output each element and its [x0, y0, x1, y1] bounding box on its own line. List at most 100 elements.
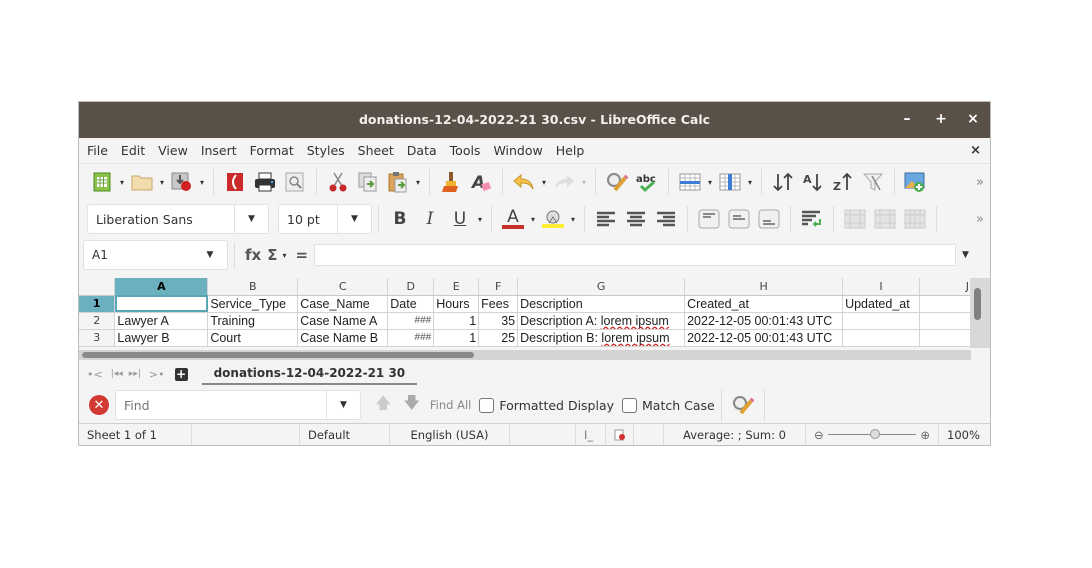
find-previous-icon[interactable]: 🡅 [375, 392, 391, 419]
close-document-button[interactable]: × [970, 143, 981, 158]
align-bottom-icon[interactable] [757, 207, 781, 231]
menu-view[interactable]: View [158, 143, 188, 158]
print-preview-icon[interactable] [283, 170, 307, 194]
column-dropdown[interactable]: ▾ [745, 178, 755, 187]
cell[interactable] [842, 312, 921, 330]
align-left-icon[interactable] [594, 207, 618, 231]
sheet-tab[interactable]: donations-12-04-2022-21 30 [201, 363, 418, 385]
font-color-dropdown[interactable]: ▾ [528, 215, 538, 224]
font-name-dropdown[interactable]: ▼ [234, 205, 268, 233]
column-header[interactable]: B [207, 278, 299, 296]
function-wizard-icon[interactable]: fx [245, 246, 261, 264]
cell[interactable]: Date [387, 295, 435, 313]
cell[interactable]: 1 [433, 312, 480, 330]
find-replace-dialog-icon[interactable] [731, 393, 755, 417]
font-color-button[interactable]: A [501, 207, 525, 231]
undo-icon[interactable] [512, 170, 536, 194]
cell[interactable]: ### [387, 329, 435, 347]
column-header[interactable]: H [684, 278, 844, 296]
menu-styles[interactable]: Styles [307, 143, 345, 158]
cell[interactable] [919, 329, 972, 347]
cell[interactable] [919, 312, 972, 330]
align-middle-icon[interactable] [727, 207, 751, 231]
undo-dropdown[interactable]: ▾ [539, 178, 549, 187]
font-size-dropdown[interactable]: ▼ [337, 205, 371, 233]
autofilter-icon[interactable] [861, 170, 885, 194]
highlight-color-button[interactable] [541, 207, 565, 231]
row-header[interactable]: 2 [79, 312, 116, 330]
find-next-icon[interactable]: 🡇 [403, 392, 419, 419]
column-header[interactable]: I [842, 278, 921, 296]
column-header[interactable]: J [919, 278, 972, 296]
cell[interactable]: Training [207, 312, 299, 330]
match-case-checkbox[interactable] [622, 397, 638, 413]
more-toolbar-button[interactable]: » [976, 175, 984, 190]
cell[interactable]: Service_Type [207, 295, 299, 313]
column-header[interactable]: A [114, 278, 209, 296]
close-find-bar-icon[interactable]: ✕ [89, 395, 109, 415]
cell-a1[interactable] [114, 295, 209, 313]
menu-insert[interactable]: Insert [201, 143, 237, 158]
close-window-button[interactable]: × [964, 110, 982, 128]
align-center-icon[interactable] [624, 207, 648, 231]
sort-icon[interactable] [771, 170, 795, 194]
italic-button[interactable]: I [418, 207, 442, 231]
formula-input[interactable] [314, 244, 957, 266]
cell[interactable]: Fees [478, 295, 519, 313]
font-size-combo[interactable]: 10 pt ▼ [278, 204, 372, 234]
zoom-thumb[interactable] [869, 429, 880, 439]
formatted-display-label[interactable]: Formatted Display [499, 398, 614, 413]
column-header[interactable]: G [517, 278, 686, 296]
wrap-text-icon[interactable] [800, 207, 824, 231]
cell[interactable]: 2022-12-05 00:01:43 UTC [684, 312, 844, 330]
underline-dropdown[interactable]: ▾ [475, 215, 485, 224]
cell[interactable]: 1 [433, 329, 480, 347]
cut-icon[interactable] [326, 170, 350, 194]
clone-formatting-icon[interactable] [439, 170, 463, 194]
find-replace-icon[interactable] [605, 170, 629, 194]
cell-table[interactable]: A B C D E F G H I J 1 Service_Type Case_… [79, 278, 972, 347]
vertical-scrollbar[interactable] [970, 278, 990, 348]
cell[interactable]: Hours [433, 295, 480, 313]
sort-ascending-icon[interactable]: A [801, 170, 825, 194]
scroll-last-sheet-button[interactable]: >• [149, 368, 165, 381]
cell[interactable] [842, 329, 921, 347]
font-size-value[interactable]: 10 pt [279, 212, 337, 227]
redo-icon[interactable] [552, 170, 576, 194]
align-right-icon[interactable] [654, 207, 678, 231]
page-style[interactable]: Default [300, 424, 390, 445]
find-combo[interactable]: ▼ [115, 390, 361, 420]
menu-sheet[interactable]: Sheet [358, 143, 394, 158]
redo-dropdown[interactable]: ▾ [579, 178, 589, 187]
expand-formula-bar-button[interactable]: ▼ [962, 250, 969, 260]
zoom-track[interactable] [827, 429, 917, 439]
find-all-button[interactable]: Find All [430, 398, 471, 412]
formula-icon[interactable]: = [295, 246, 308, 264]
insert-mode-icon[interactable]: I_ [576, 424, 606, 445]
cell[interactable]: 35 [478, 312, 519, 330]
sum-icon[interactable]: Σ [267, 246, 277, 264]
open-folder-icon[interactable] [130, 170, 154, 194]
paste-icon[interactable] [386, 170, 410, 194]
insert-image-icon[interactable] [904, 170, 928, 194]
cell[interactable]: Case Name A [297, 312, 389, 330]
new-spreadsheet-icon[interactable] [90, 170, 114, 194]
scroll-first-sheet-button[interactable]: •< [87, 368, 103, 381]
cell[interactable]: Description A: lorem ipsum [517, 312, 686, 330]
zoom-in-icon[interactable]: ⊕ [920, 428, 930, 442]
name-box-value[interactable]: A1 [84, 248, 193, 262]
column-header[interactable]: D [387, 278, 435, 296]
find-input[interactable] [116, 397, 326, 413]
cell[interactable] [919, 295, 972, 313]
row-header[interactable]: 3 [79, 329, 116, 347]
highlight-color-dropdown[interactable]: ▾ [568, 215, 578, 224]
cell[interactable]: Case_Name [297, 295, 389, 313]
row-header[interactable]: 1 [79, 295, 116, 313]
cell[interactable]: Lawyer B [114, 329, 209, 347]
new-dropdown[interactable]: ▾ [117, 178, 127, 187]
formatted-display-checkbox[interactable] [479, 397, 495, 413]
print-icon[interactable] [253, 170, 277, 194]
zoom-out-icon[interactable]: ⊖ [814, 428, 824, 442]
more-formatting-button[interactable]: » [976, 212, 984, 227]
select-all-corner[interactable] [79, 278, 116, 296]
